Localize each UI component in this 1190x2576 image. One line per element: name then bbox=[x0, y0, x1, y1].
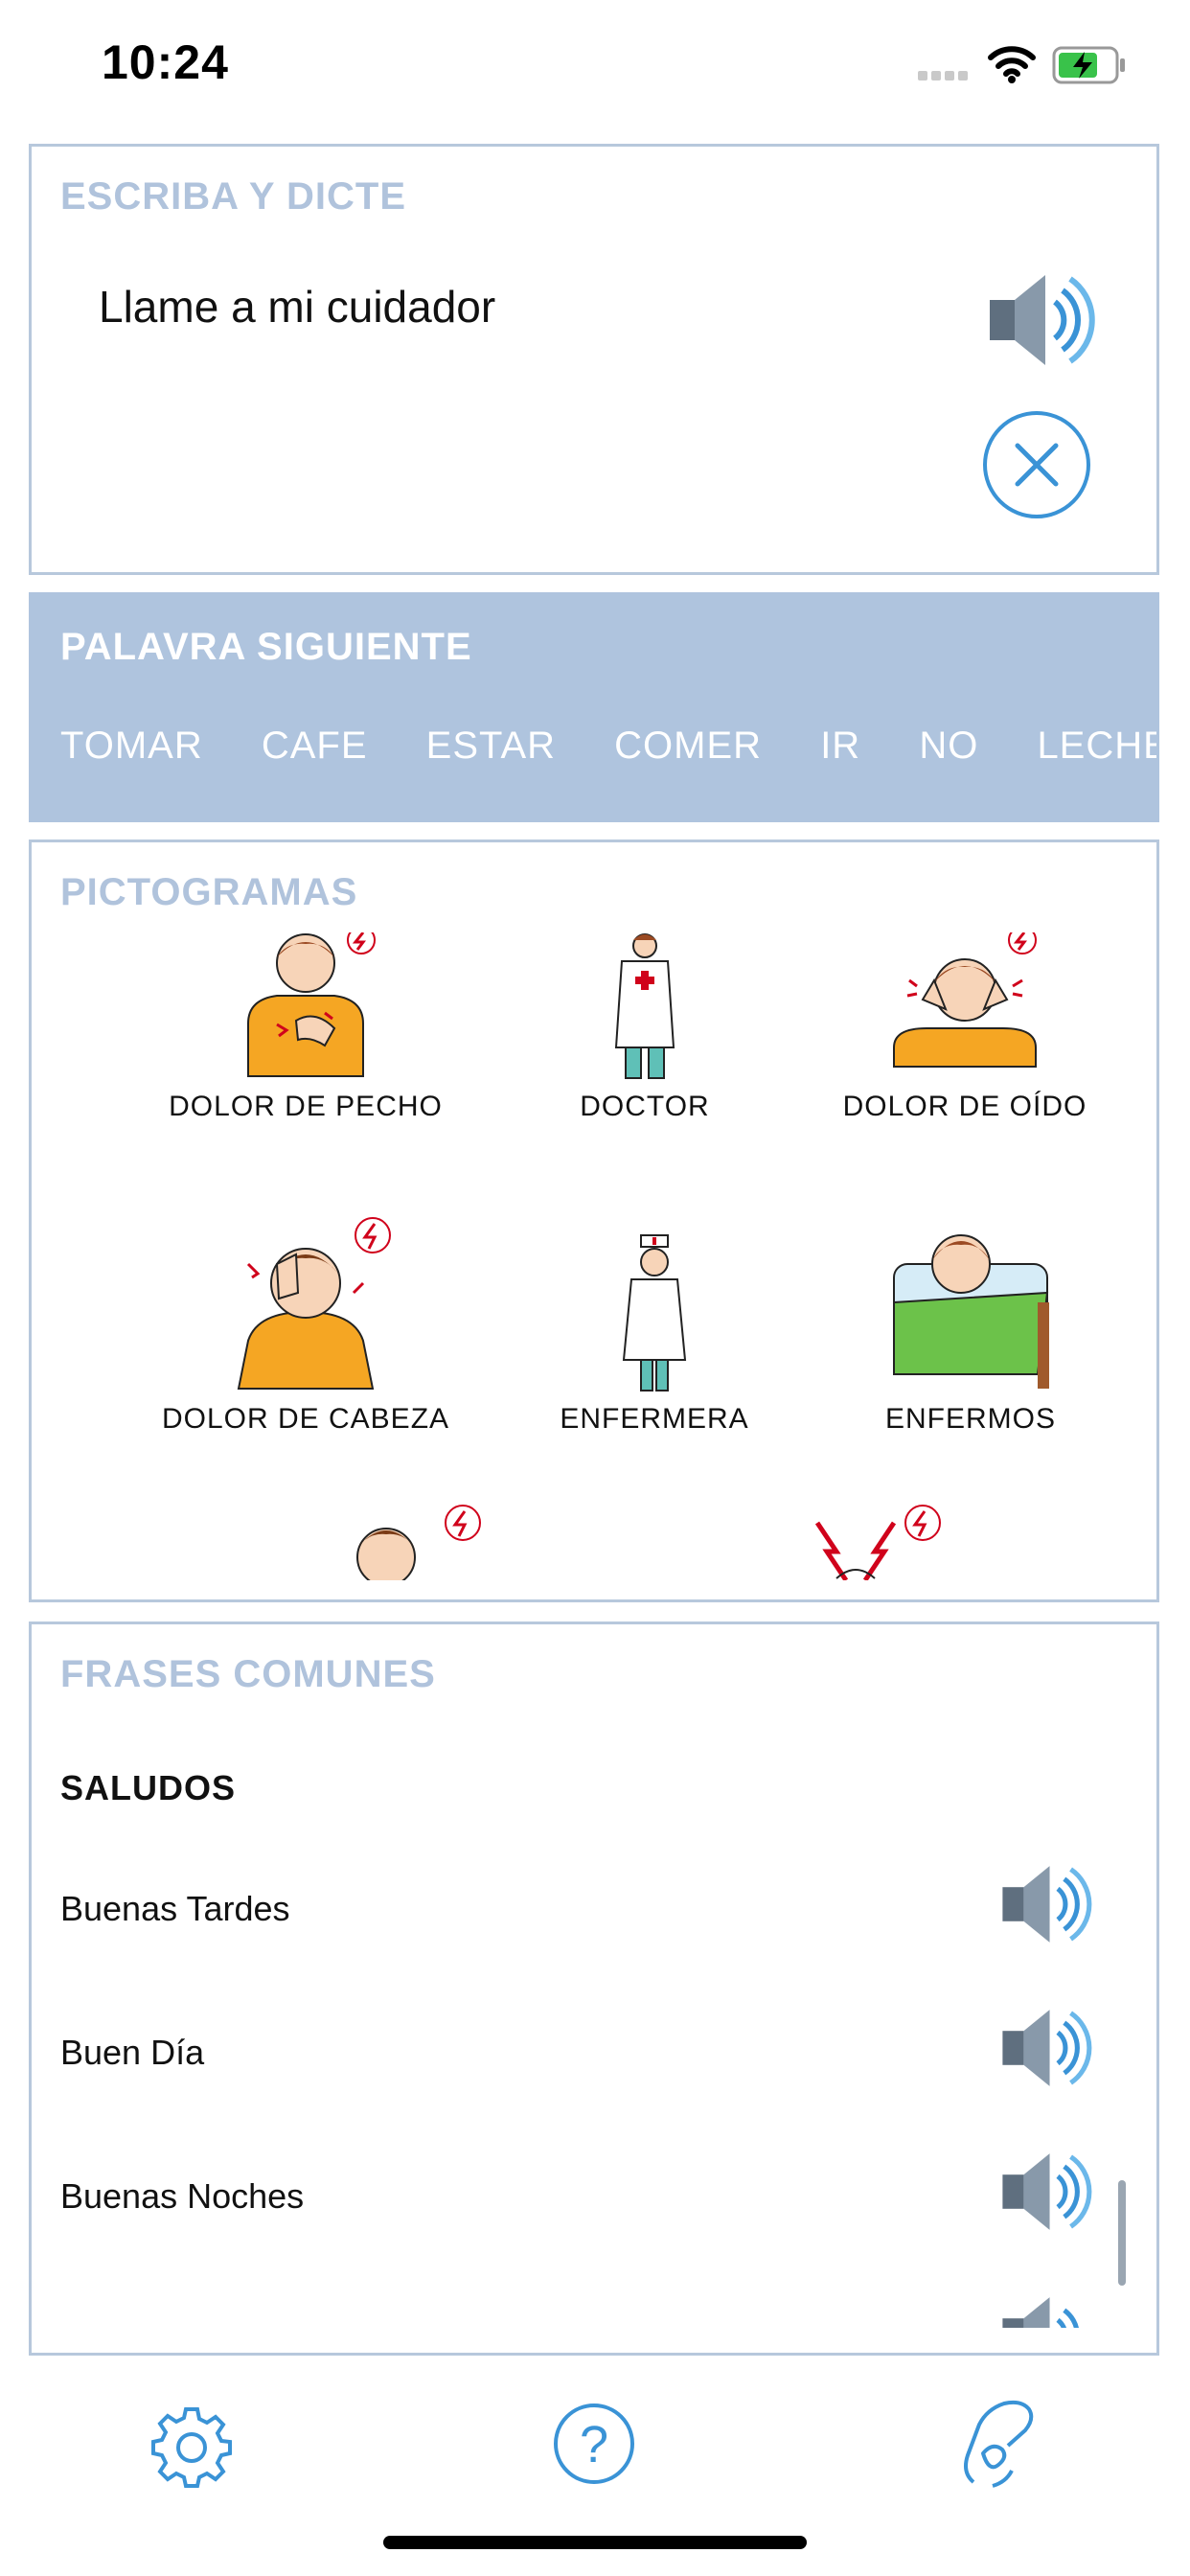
pain-icon bbox=[814, 1505, 941, 1580]
pictogram-label: DOLOR DE PECHO bbox=[169, 1091, 443, 1122]
help-button[interactable]: ? bbox=[554, 2404, 634, 2484]
pictogram-ear-pain[interactable]: DOLOR DE OÍDO bbox=[783, 926, 1147, 1123]
next-word-card: PALAVRA SIGUIENTE TOMAR CAFE ESTAR COMER… bbox=[29, 592, 1159, 822]
speak-phrase-button[interactable] bbox=[999, 2002, 1095, 2099]
pictograms-card: PICTOGRAMAS DOLOR DE PECHO DOCTOR DOLOR … bbox=[29, 840, 1159, 1602]
pictogram-doctor[interactable]: DOCTOR bbox=[463, 932, 827, 1123]
word-suggestion[interactable]: IR bbox=[820, 724, 860, 767]
pictogram-label: ENFERMERA bbox=[560, 1403, 749, 1435]
battery-charging-icon bbox=[1052, 46, 1129, 89]
pain-icon bbox=[356, 1505, 481, 1580]
pictogram-chest-pain[interactable]: DOLOR DE PECHO bbox=[124, 926, 488, 1123]
clear-button[interactable] bbox=[983, 411, 1090, 518]
next-word-title: PALAVRA SIGUIENTE bbox=[60, 626, 472, 668]
pictogram-label: DOLOR DE OÍDO bbox=[842, 1091, 1087, 1122]
speak-button[interactable] bbox=[986, 267, 1099, 378]
status-time: 10:24 bbox=[102, 35, 229, 89]
speaker-icon bbox=[1002, 2297, 1079, 2328]
pictogram-nurse[interactable]: ENFERMERA bbox=[472, 1207, 836, 1436]
chest-pain-icon bbox=[247, 926, 376, 1077]
settings-button[interactable] bbox=[148, 2404, 236, 2496]
question-mark-icon: ? bbox=[579, 2416, 609, 2473]
hand-pointer-icon bbox=[964, 2400, 1034, 2488]
doctor-icon bbox=[614, 933, 675, 1079]
phrase-item[interactable]: Buenas Noches bbox=[60, 2176, 304, 2217]
speaker-icon bbox=[1002, 1866, 1092, 1943]
headache-icon bbox=[237, 1217, 391, 1390]
speaker-icon bbox=[1002, 2153, 1092, 2230]
ear-pain-icon bbox=[893, 926, 1037, 1068]
pictogram-partial[interactable] bbox=[779, 1504, 971, 1580]
phrases-title: FRASES COMUNES bbox=[60, 1653, 436, 1695]
word-suggestion[interactable]: LECHE bbox=[1037, 724, 1156, 767]
speak-phrase-button[interactable] bbox=[999, 2146, 1095, 2242]
dictate-title: ESCRIBA Y DICTE bbox=[60, 175, 406, 218]
pictogram-partial[interactable] bbox=[319, 1504, 511, 1580]
gesture-button[interactable] bbox=[954, 2396, 1041, 2496]
word-suggestion[interactable]: CAFE bbox=[262, 724, 368, 767]
speaker-icon bbox=[1002, 2010, 1092, 2086]
pictogram-label: ENFERMOS bbox=[884, 1403, 1056, 1435]
next-word-list: TOMAR CAFE ESTAR COMER IR NO LECHE DE bbox=[60, 724, 1156, 768]
word-suggestion[interactable]: COMER bbox=[614, 724, 762, 767]
wifi-icon bbox=[987, 44, 1037, 89]
dictate-card: ESCRIBA Y DICTE Llame a mi cuidador bbox=[29, 144, 1159, 575]
phrase-item[interactable]: Buenas Tardes bbox=[60, 1889, 290, 1929]
close-icon bbox=[1015, 443, 1059, 487]
phrases-section-title: SALUDOS bbox=[60, 1768, 237, 1807]
phrase-item[interactable]: Buen Día bbox=[60, 2033, 204, 2073]
pictograms-title: PICTOGRAMAS bbox=[60, 871, 358, 913]
phrases-card: FRASES COMUNES SALUDOS Buenas Tardes Bue… bbox=[29, 1622, 1159, 2356]
sick-in-bed-icon bbox=[893, 1234, 1049, 1389]
word-suggestion[interactable]: TOMAR bbox=[60, 724, 203, 767]
nurse-icon bbox=[622, 1234, 687, 1392]
gear-icon bbox=[151, 2407, 232, 2488]
word-suggestion[interactable]: NO bbox=[919, 724, 978, 767]
speak-phrase-button[interactable] bbox=[999, 2289, 1095, 2328]
pictogram-sick-in-bed[interactable]: ENFERMOS bbox=[789, 1207, 1153, 1436]
cellular-signal-icon bbox=[918, 67, 975, 87]
word-suggestion[interactable]: ESTAR bbox=[426, 724, 556, 767]
home-indicator bbox=[383, 2536, 807, 2549]
dictate-text-field[interactable]: Llame a mi cuidador bbox=[99, 281, 495, 333]
pictogram-label: DOLOR DE CABEZA bbox=[161, 1403, 450, 1435]
speak-phrase-button[interactable] bbox=[999, 1858, 1095, 1955]
pictogram-label: DOCTOR bbox=[580, 1091, 710, 1122]
pictogram-headache[interactable]: DOLOR DE CABEZA bbox=[124, 1207, 488, 1436]
speaker-icon bbox=[990, 275, 1095, 365]
phrases-scrollbar[interactable] bbox=[1118, 2180, 1126, 2286]
